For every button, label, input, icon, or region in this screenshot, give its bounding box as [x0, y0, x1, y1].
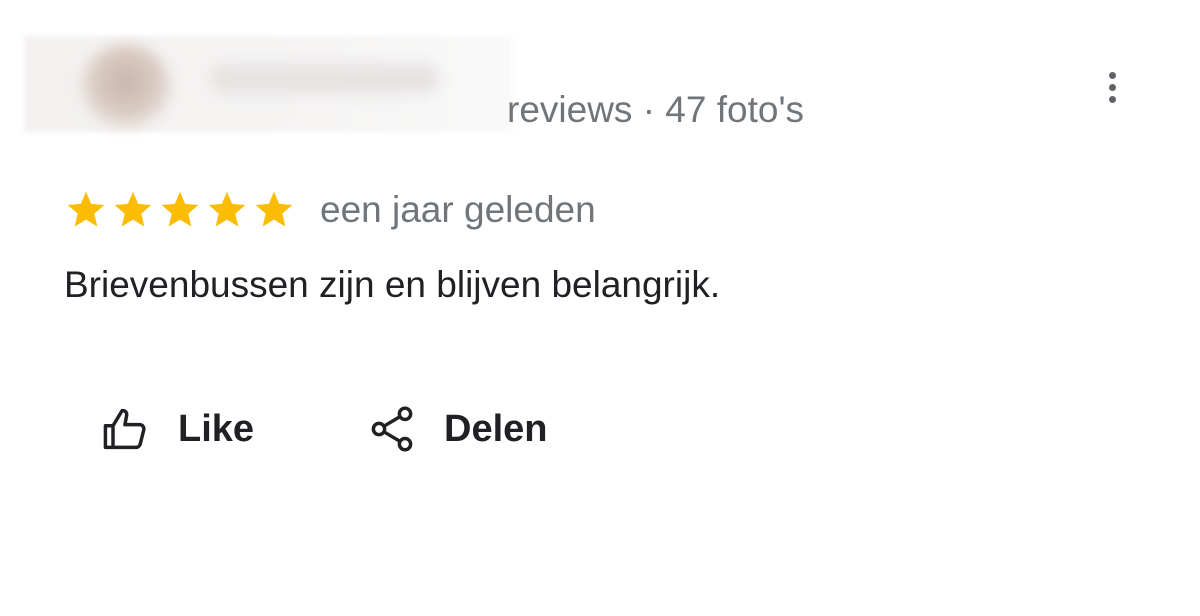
- star-icon: [161, 191, 199, 227]
- reviewer-name[interactable]: [210, 64, 440, 94]
- star-icon: [114, 191, 152, 227]
- thumb-up-icon: [103, 408, 146, 450]
- star-icon: [255, 191, 293, 227]
- review-text: Brievenbussen zijn en blijven belangrijk…: [64, 264, 721, 305]
- like-label: Like: [178, 407, 255, 450]
- share-icon: [371, 406, 413, 452]
- like-button[interactable]: Like: [100, 400, 254, 458]
- star-icon: [67, 191, 105, 227]
- reviewer-avatar[interactable]: [80, 44, 172, 128]
- share-label: Delen: [444, 407, 548, 450]
- more-vert-icon: [1108, 71, 1116, 79]
- star-icon: [208, 191, 246, 227]
- rating-row: een jaar geleden: [64, 186, 596, 234]
- review-date: een jaar geleden: [320, 189, 596, 230]
- more-options-button[interactable]: [1092, 62, 1132, 112]
- share-button[interactable]: Delen: [366, 400, 547, 458]
- star-rating: [64, 188, 296, 232]
- reviewer-stats: reviews · 47 foto's: [507, 89, 805, 130]
